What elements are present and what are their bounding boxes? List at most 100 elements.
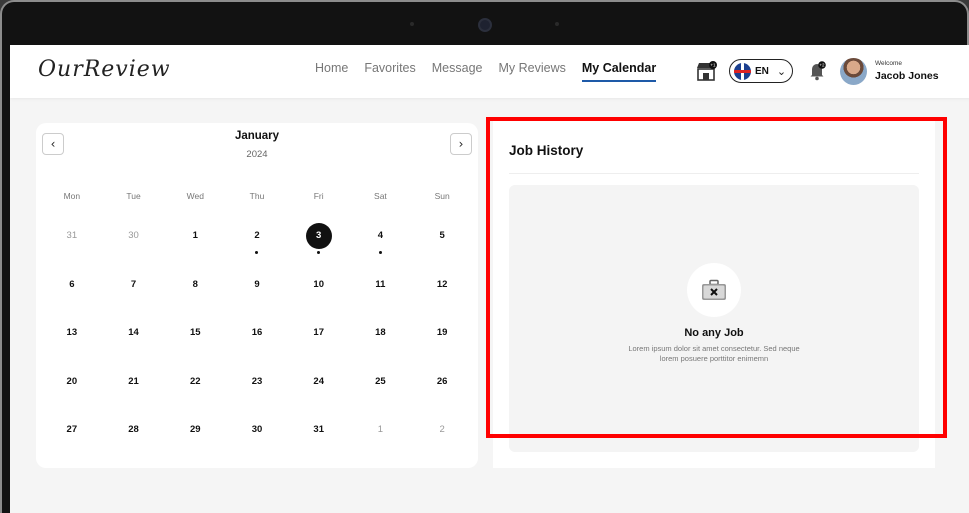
calendar-day[interactable]: 23 [226, 355, 288, 404]
calendar-day[interactable]: 30 [103, 209, 165, 258]
welcome-label: Welcome [875, 60, 902, 67]
weekday-label: Sun [434, 191, 450, 201]
day-number: 22 [189, 375, 201, 387]
calendar-day[interactable]: 11 [350, 258, 412, 307]
notification-badge: +2 [819, 63, 825, 68]
event-dot [378, 251, 382, 254]
calendar-day[interactable]: 6 [41, 258, 103, 307]
weekday-label: Thu [249, 191, 265, 201]
calendar-grid: Mon Tue Wed Thu Fri Sat Sun 31 30 1 2 3 4 5 6 7 8 9 10 11 12… [41, 183, 473, 452]
avatar[interactable] [840, 58, 867, 85]
day-number: 16 [251, 327, 263, 338]
day-number: 25 [375, 375, 386, 387]
nav-message[interactable]: Message [432, 61, 483, 75]
calendar-day[interactable]: 21 [103, 355, 165, 404]
day-number: 26 [436, 375, 448, 387]
event-dot [255, 251, 259, 254]
calendar-day[interactable]: 28 [103, 403, 165, 452]
day-number: 10 [313, 278, 324, 290]
event-dot [317, 251, 321, 254]
day-number: 18 [375, 327, 386, 338]
nav-home[interactable]: Home [315, 61, 348, 75]
calendar-day[interactable]: 31 [41, 209, 103, 258]
day-number: 9 [254, 278, 260, 290]
sensor-dot [410, 22, 414, 26]
calendar-day[interactable]: 20 [41, 355, 103, 404]
calendar-day[interactable]: 2 [226, 209, 288, 258]
calendar-day[interactable]: 4 [350, 209, 412, 258]
calendar-day[interactable]: 5 [411, 209, 473, 258]
user-name[interactable]: Jacob Jones [875, 70, 939, 82]
bell-icon[interactable]: +2 [808, 61, 826, 81]
calendar-day[interactable]: 29 [164, 403, 226, 452]
top-header: OurReview Home Favorites Message My Reviews… [10, 45, 969, 98]
device-bezel: OurReview Home Favorites Message My Reviews… [0, 0, 969, 513]
calendar-day[interactable]: 8 [164, 258, 226, 307]
calendar-year: 2024 [246, 149, 268, 160]
day-number: 30 [128, 230, 139, 241]
calendar-day[interactable]: 14 [103, 306, 165, 355]
day-number: 31 [313, 424, 324, 435]
calendar-day[interactable]: 31 [288, 403, 350, 452]
calendar-day-selected[interactable]: 3 [288, 209, 350, 258]
empty-description: Lorem ipsum dolor sit amet consectetur. … [628, 344, 800, 363]
calendar-day[interactable]: 9 [226, 258, 288, 307]
store-icon[interactable]: +1 [695, 61, 717, 81]
day-number: 2 [439, 424, 445, 435]
calendar-day[interactable]: 30 [226, 403, 288, 452]
calendar-day[interactable]: 24 [288, 355, 350, 404]
weekday-label: Fri [313, 191, 324, 201]
app-logo[interactable]: OurReview [38, 57, 171, 82]
calendar-card: ‹ January 2024 › Mon Tue Wed Thu Fri Sat Sun 31… [36, 123, 478, 468]
day-number: 6 [69, 278, 75, 290]
job-empty-state: No any Job Lorem ipsum dolor sit amet co… [509, 185, 919, 452]
calendar-day[interactable]: 1 [350, 403, 412, 452]
uk-flag-icon [734, 62, 751, 80]
calendar-day[interactable]: 22 [164, 355, 226, 404]
nav-my-calendar[interactable]: My Calendar [581, 61, 657, 82]
day-number: 14 [128, 327, 139, 338]
nav-favorites[interactable]: Favorites [364, 61, 415, 75]
day-number: 31 [66, 230, 78, 241]
main-nav: Home Favorites Message My Reviews My Calenda… [315, 61, 657, 82]
calendar-day[interactable]: 25 [350, 355, 412, 404]
calendar-day[interactable]: 1 [164, 209, 226, 258]
empty-icon-circle [687, 263, 741, 317]
calendar-day[interactable]: 13 [41, 306, 103, 355]
calendar-day[interactable]: 27 [41, 403, 103, 452]
chevron-down-icon: ⌄ [776, 64, 787, 78]
calendar-day[interactable]: 17 [288, 306, 350, 355]
day-number: 12 [436, 278, 448, 290]
briefcase-x-icon [702, 279, 726, 300]
calendar-day[interactable]: 19 [411, 306, 473, 355]
calendar-day[interactable]: 26 [411, 355, 473, 404]
divider [509, 173, 919, 174]
next-month-button[interactable]: › [450, 133, 472, 155]
day-number: 11 [375, 278, 386, 290]
calendar-day[interactable]: 10 [288, 258, 350, 307]
calendar-day[interactable]: 2 [411, 403, 473, 452]
day-number: 1 [192, 230, 198, 241]
weekday-label: Mon [63, 191, 81, 201]
chevron-right-icon: › [458, 137, 464, 151]
language-selector[interactable]: EN ⌄ [729, 59, 793, 83]
day-number: 2 [254, 230, 260, 241]
calendar-day[interactable]: 18 [350, 306, 412, 355]
day-number: 29 [189, 424, 201, 435]
day-number: 5 [439, 230, 445, 241]
empty-title: No any Job [684, 327, 744, 339]
day-number: 24 [313, 375, 324, 387]
calendar-day[interactable]: 7 [103, 258, 165, 307]
day-number: 30 [251, 424, 263, 435]
day-number: 23 [251, 375, 263, 387]
nav-my-reviews[interactable]: My Reviews [498, 61, 565, 75]
day-number: 4 [377, 230, 384, 241]
calendar-day[interactable]: 16 [226, 306, 288, 355]
camera [478, 18, 492, 32]
day-number: 20 [66, 375, 78, 387]
calendar-day[interactable]: 12 [411, 258, 473, 307]
day-number: 15 [189, 327, 201, 338]
app-screen: OurReview Home Favorites Message My Reviews… [10, 45, 969, 513]
calendar-day[interactable]: 15 [164, 306, 226, 355]
weekday-label: Wed [186, 191, 204, 201]
